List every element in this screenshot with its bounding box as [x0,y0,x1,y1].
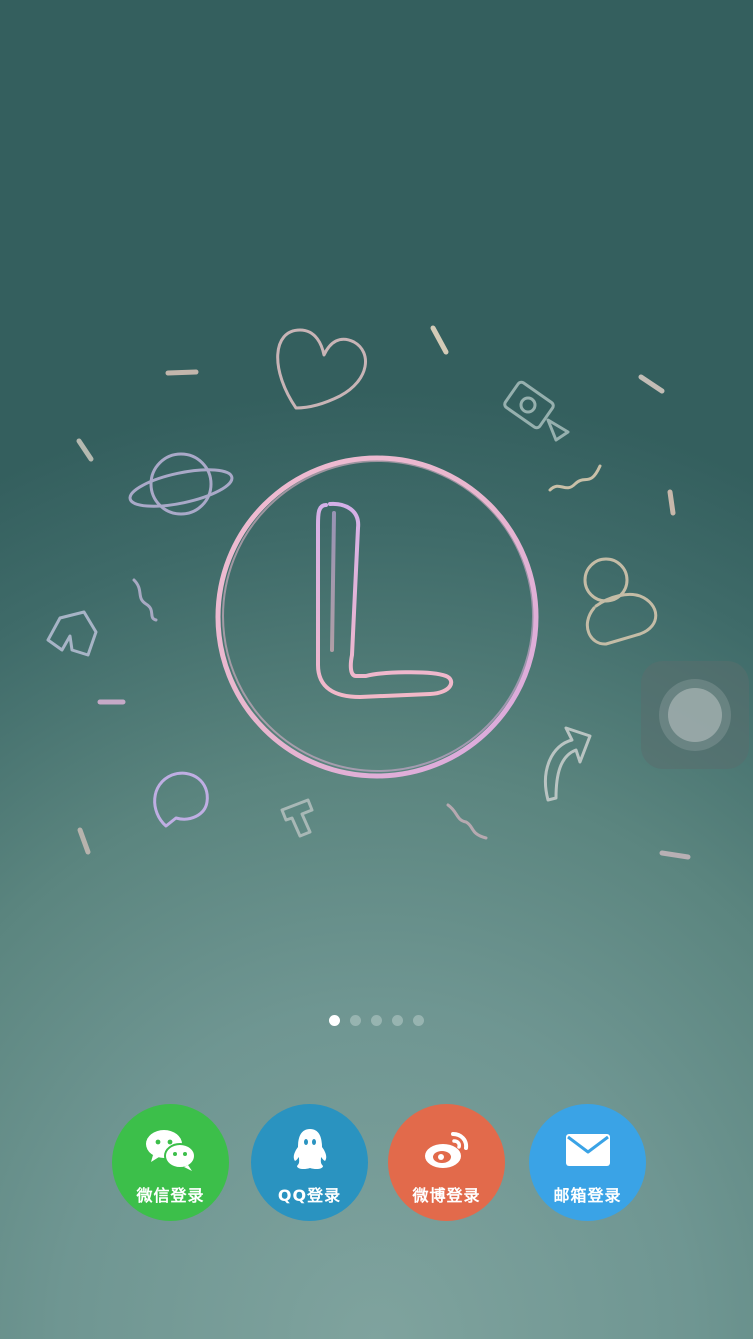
email-login-button[interactable]: 邮箱登录 [529,1104,646,1221]
assistive-touch-icon [659,679,731,751]
person-doodle [583,557,658,646]
qq-icon [293,1129,326,1170]
wechat-icon [145,1130,196,1171]
dash-doodle [165,369,199,376]
squiggle-doodle [132,578,158,622]
squiggle-doodle [446,803,488,840]
dash-doodle [76,438,94,462]
email-login-label: 邮箱登录 [553,1186,622,1205]
dash-doodle [638,374,665,394]
weibo-login-label: 微博登录 [412,1186,481,1205]
share-arrow-doodle [544,726,592,802]
dash-doodle [77,827,91,855]
qq-login-label: QQ登录 [277,1186,342,1205]
page-dot-3[interactable] [371,1014,382,1026]
text-doodle [280,798,314,838]
house-doodle [46,610,98,657]
page-indicator [0,1013,753,1027]
wechat-login-label: 微信登录 [136,1186,205,1205]
qq-login-button[interactable]: QQ登录 [251,1104,368,1221]
weibo-icon [424,1132,468,1168]
dash-doodle [659,850,691,860]
page-dot-5[interactable] [413,1014,424,1026]
weibo-login-button[interactable]: 微博登录 [388,1104,505,1221]
page-dot-2[interactable] [350,1014,361,1026]
video-camera-doodle [503,380,570,442]
dash-doodle [667,489,676,516]
page-dot-1[interactable] [329,1014,340,1026]
logo-ring [215,455,539,779]
planet-doodle [128,452,234,516]
heart-doodle [276,328,367,410]
logo-letter-l [316,501,454,699]
squiggle-doodle [548,464,602,492]
dash-doodle [430,325,449,355]
chat-bubble-doodle [153,771,209,828]
login-options: 微信登录 QQ登录 微博登录 邮箱登录 [0,1104,753,1222]
assistive-touch-button[interactable] [641,661,749,769]
wechat-login-button[interactable]: 微信登录 [112,1104,229,1221]
mail-icon [565,1134,610,1166]
page-dot-4[interactable] [392,1014,403,1026]
